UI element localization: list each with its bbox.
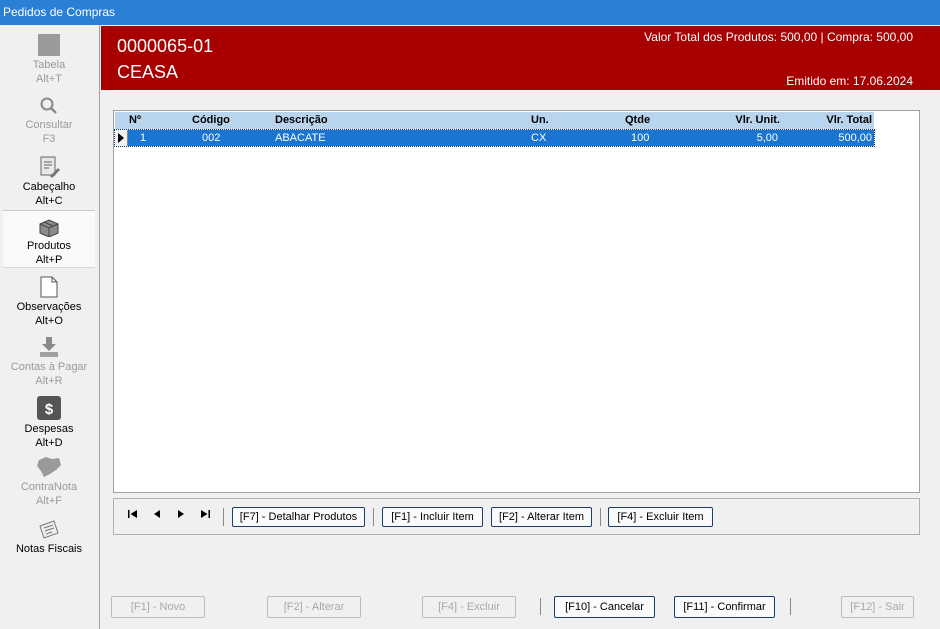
column-header-codigo[interactable]: Código — [192, 114, 230, 126]
document-edit-icon — [40, 156, 60, 178]
sidebar: Tabela Alt+T Consultar F3 Cabeçalho Alt+… — [0, 25, 100, 629]
separator — [600, 508, 601, 526]
cell-un: CX — [531, 132, 547, 144]
svg-text:$: $ — [45, 401, 54, 418]
sidebar-item-despesas[interactable]: $ Despesas Alt+D — [3, 396, 95, 450]
novo-button[interactable]: [F1] - Novo — [111, 596, 205, 618]
cancelar-button[interactable]: [F10] - Cancelar — [554, 596, 655, 618]
supplier-name: CEASA — [117, 62, 179, 82]
order-header: 0000065-01 CEASA Valor Total dos Produto… — [101, 26, 940, 90]
sidebar-item-label: Produtos — [26, 240, 72, 252]
next-record-icon[interactable] — [173, 509, 189, 523]
sidebar-item-label: Observações — [16, 301, 82, 313]
box-icon — [39, 219, 59, 237]
first-record-icon[interactable] — [125, 509, 141, 523]
window-titlebar: Pedidos de Compras — [0, 0, 940, 25]
sair-button[interactable]: [F12] - Sair — [841, 596, 914, 618]
order-number: 0000065-01 — [117, 36, 214, 56]
grid-header: Nº Código Descrição Un. Qtde Vlr. Unit. … — [115, 112, 874, 129]
download-tray-icon — [40, 337, 58, 357]
cell-vlr-unit: 5,00 — [756, 132, 778, 144]
products-grid[interactable]: Nº Código Descrição Un. Qtde Vlr. Unit. … — [113, 110, 920, 493]
table-row[interactable]: 1 002 ABACATE CX 100 5,00 500,00 — [114, 129, 875, 147]
separator — [540, 598, 541, 615]
window-title: Pedidos de Compras — [3, 5, 116, 19]
sidebar-item-shortcut: Alt+P — [35, 254, 63, 266]
excluir-item-button[interactable]: [F4] - Excluir Item — [608, 507, 713, 527]
sidebar-item-label: Consultar — [25, 119, 73, 131]
sidebar-item-shortcut: Alt+R — [35, 375, 63, 387]
detalhar-produtos-button[interactable]: [F7] - Detalhar Produtos — [232, 507, 365, 527]
column-header-vlr-unit[interactable]: Vlr. Unit. — [735, 114, 780, 126]
issue-date: Emitido em: 17.06.2024 — [786, 74, 913, 88]
grid-navigator: [F7] - Detalhar Produtos [F1] - Incluir … — [113, 498, 920, 535]
sidebar-item-shortcut: Alt+C — [35, 195, 63, 207]
sidebar-item-label: Cabeçalho — [22, 181, 76, 193]
dollar-icon: $ — [37, 396, 61, 420]
sidebar-item-shortcut: Alt+O — [35, 315, 63, 327]
separator — [223, 508, 224, 526]
invoice-icon — [39, 520, 59, 539]
separator — [373, 508, 374, 526]
cell-vlr-total: 500,00 — [838, 132, 872, 144]
sidebar-item-label: ContraNota — [20, 481, 78, 493]
sidebar-item-produtos[interactable]: Produtos Alt+P — [3, 210, 95, 268]
sidebar-item-observacoes[interactable]: Observações Alt+O — [3, 276, 95, 328]
sidebar-item-consultar[interactable]: Consultar F3 — [3, 96, 95, 146]
cell-descricao: ABACATE — [275, 132, 326, 144]
sidebar-item-contranota[interactable]: ContraNota Alt+F — [3, 456, 95, 508]
alterar-item-button[interactable]: [F2] - Alterar Item — [491, 507, 592, 527]
sidebar-item-tabela[interactable]: Tabela Alt+T — [3, 34, 95, 86]
sidebar-item-shortcut: Alt+T — [36, 73, 62, 85]
search-icon — [40, 97, 57, 114]
sidebar-item-notas-fiscais[interactable]: Notas Fiscais — [3, 520, 95, 556]
cell-n: 1 — [140, 132, 147, 144]
last-record-icon[interactable] — [197, 509, 213, 523]
sidebar-item-label: Tabela — [32, 59, 66, 71]
sidebar-item-shortcut: F3 — [42, 133, 56, 145]
column-header-un[interactable]: Un. — [531, 114, 549, 126]
sidebar-item-label: Contas à Pagar — [10, 361, 88, 373]
incluir-item-button[interactable]: [F1] - Incluir Item — [382, 507, 483, 527]
sidebar-item-shortcut: Alt+F — [36, 495, 62, 507]
sidebar-item-label: Notas Fiscais — [15, 543, 83, 555]
column-header-vlr-total[interactable]: Vlr. Total — [826, 114, 872, 126]
separator — [790, 598, 791, 615]
sidebar-item-label: Despesas — [24, 423, 74, 435]
blank-page-icon — [40, 276, 58, 298]
sidebar-item-shortcut: Alt+D — [35, 437, 63, 449]
map-shape-icon — [37, 457, 61, 477]
sidebar-item-cabecalho[interactable]: Cabeçalho Alt+C — [3, 156, 95, 208]
cell-codigo: 002 — [202, 132, 221, 144]
column-header-qtde[interactable]: Qtde — [625, 114, 650, 126]
sidebar-item-contas-pagar[interactable]: Contas à Pagar Alt+R — [3, 336, 95, 388]
excluir-button[interactable]: [F4] - Excluir — [422, 596, 516, 618]
column-header-n[interactable]: Nº — [129, 114, 141, 126]
row-indicator-icon — [115, 130, 128, 146]
alterar-button[interactable]: [F2] - Alterar — [267, 596, 361, 618]
cell-qtde: 100 — [631, 132, 650, 144]
confirmar-button[interactable]: [F11] - Confirmar — [674, 596, 775, 618]
column-header-descricao[interactable]: Descrição — [275, 114, 328, 126]
table-icon — [38, 34, 60, 56]
order-totals: Valor Total dos Produtos: 500,00 | Compr… — [644, 30, 913, 44]
previous-record-icon[interactable] — [149, 509, 165, 523]
